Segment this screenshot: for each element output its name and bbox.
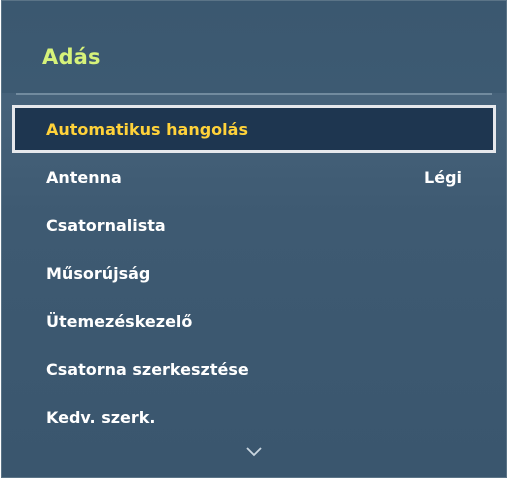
menu-item-edit-favourites[interactable]: Kedv. szerk. xyxy=(12,393,496,441)
menu-item-edit-channel[interactable]: Csatorna szerkesztése xyxy=(12,345,496,393)
chevron-down-icon[interactable] xyxy=(244,443,264,457)
menu-item-label: Csatornalista xyxy=(46,215,166,235)
menu-item-auto-tuning[interactable]: Automatikus hangolás xyxy=(12,105,496,153)
header-divider xyxy=(16,93,492,95)
menu-item-label: Automatikus hangolás xyxy=(46,119,248,139)
broadcast-menu-panel: Adás Automatikus hangolás Antenna Légi C… xyxy=(1,0,507,478)
menu-item-guide[interactable]: Műsorújság xyxy=(12,249,496,297)
menu-item-label: Műsorújság xyxy=(46,263,151,283)
menu-item-label: Csatorna szerkesztése xyxy=(46,359,249,379)
menu-item-schedule-manager[interactable]: Ütemezéskezelő xyxy=(12,297,496,345)
panel-header: Adás xyxy=(2,1,506,93)
menu-item-label: Kedv. szerk. xyxy=(46,407,156,427)
menu-item-antenna[interactable]: Antenna Légi xyxy=(12,153,496,201)
menu-item-label: Ütemezéskezelő xyxy=(46,311,193,331)
menu-item-channel-list[interactable]: Csatornalista xyxy=(12,201,496,249)
panel-title: Adás xyxy=(42,45,101,69)
menu-item-label: Antenna xyxy=(46,167,122,187)
menu-list: Automatikus hangolás Antenna Légi Csator… xyxy=(2,105,506,441)
antenna-value: Légi xyxy=(424,167,462,187)
